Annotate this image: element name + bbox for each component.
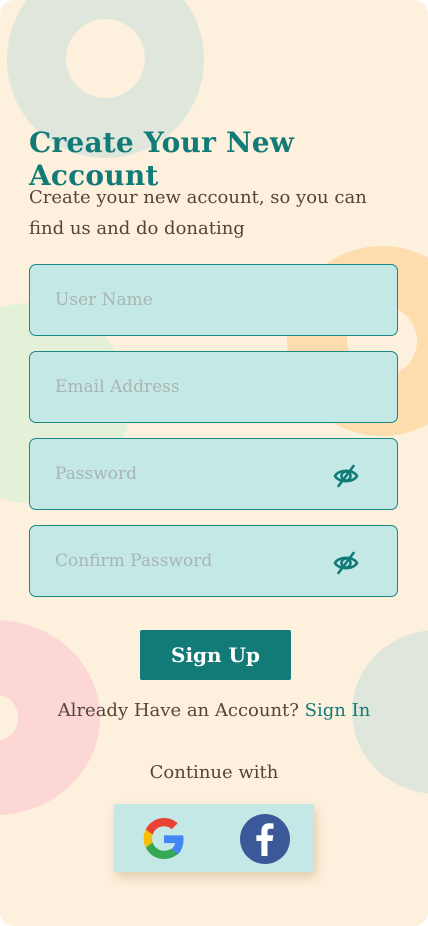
confirm-password-input[interactable] — [55, 551, 315, 571]
have-account-row: Already Have an Account? Sign In — [0, 700, 428, 721]
username-input[interactable] — [55, 290, 315, 310]
password-field[interactable] — [29, 438, 398, 510]
email-input[interactable] — [55, 377, 315, 397]
continue-with-label: Continue with — [149, 762, 279, 783]
page-subtitle: Create your new account, so you can find… — [29, 187, 367, 239]
signup-screen: Create Your New Account Create your new … — [0, 0, 428, 926]
username-field[interactable] — [29, 264, 398, 336]
sign-up-button[interactable]: Sign Up — [140, 630, 291, 680]
google-icon[interactable] — [138, 813, 190, 865]
confirm-password-field[interactable] — [29, 525, 398, 597]
eye-slash-icon[interactable] — [333, 550, 359, 576]
password-input[interactable] — [55, 464, 315, 484]
email-field[interactable] — [29, 351, 398, 423]
social-login-box — [114, 804, 314, 872]
have-account-text: Already Have an Account? — [57, 700, 299, 721]
sign-in-link[interactable]: Sign In — [305, 700, 371, 721]
eye-slash-icon[interactable] — [333, 463, 359, 489]
facebook-icon[interactable] — [239, 813, 291, 865]
